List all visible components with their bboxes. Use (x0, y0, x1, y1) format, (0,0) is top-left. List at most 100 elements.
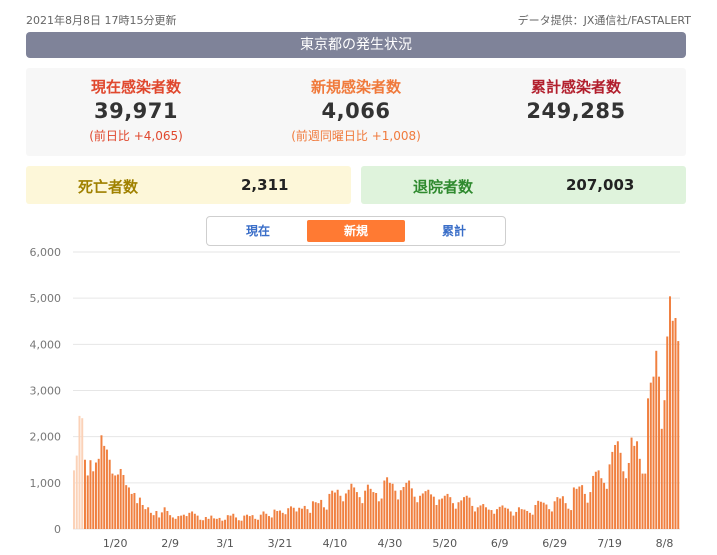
bar (333, 492, 336, 529)
bar (655, 350, 658, 529)
bar (344, 493, 347, 529)
bar (605, 488, 608, 529)
current-cases-value: 39,971 (93, 99, 179, 123)
bar (674, 318, 677, 529)
bar (248, 516, 251, 529)
bar (567, 508, 570, 529)
bar (493, 513, 496, 529)
bar (630, 437, 633, 529)
bar (649, 382, 652, 529)
bar (243, 515, 246, 529)
bar (660, 428, 663, 529)
x-tick-label: 3/21 (268, 537, 293, 550)
tab-total[interactable]: 累計 (405, 220, 503, 242)
bar (358, 497, 361, 529)
bar (460, 500, 463, 529)
bar (614, 444, 617, 529)
bar (589, 492, 592, 529)
x-tick-label: 6/9 (491, 537, 509, 550)
bar (298, 507, 301, 529)
bar (317, 503, 320, 529)
recovered-label: 退院者数 (413, 178, 474, 196)
bar (314, 502, 317, 529)
bar (133, 492, 136, 529)
bar (413, 496, 416, 529)
bar (114, 475, 117, 529)
bar (185, 516, 188, 529)
x-tick-label: 6/29 (542, 537, 567, 550)
bar (287, 508, 290, 529)
bar (147, 507, 150, 529)
bar (597, 470, 600, 529)
bar (438, 499, 441, 529)
bar (377, 501, 380, 529)
bar (548, 509, 551, 529)
bar (468, 497, 471, 529)
bar (652, 376, 655, 529)
bar (446, 493, 449, 529)
bar (191, 511, 194, 529)
bar (229, 515, 232, 529)
bar (215, 518, 218, 529)
bar (75, 455, 78, 529)
y-tick-label: 5,000 (30, 292, 62, 305)
tab-current[interactable]: 現在 (209, 220, 307, 242)
bar (97, 458, 100, 529)
bar (594, 471, 597, 529)
bar (119, 468, 122, 529)
deaths-label: 死亡者数 (78, 178, 139, 196)
recovered-box: 退院者数 207,003 (361, 166, 686, 204)
bar (237, 520, 240, 529)
bar (380, 498, 383, 529)
bar (273, 509, 276, 529)
bar (498, 506, 501, 529)
bar (210, 515, 213, 529)
updated-timestamp: 2021年8月8日 17時15分更新 (26, 14, 177, 27)
section-title: 東京都の発生状況 (26, 32, 686, 58)
bar (504, 507, 507, 529)
bar (506, 508, 509, 529)
bar (116, 474, 119, 529)
y-tick-label: 6,000 (30, 246, 62, 259)
new-cases-delta: (前週同曜日比 +1,008) (291, 129, 421, 143)
bar (495, 509, 498, 529)
bar (202, 520, 205, 529)
recovered-value: 207,003 (566, 176, 635, 194)
bar (361, 503, 364, 529)
bar (226, 515, 229, 529)
bar (427, 489, 430, 529)
bar (279, 510, 281, 529)
bar (583, 493, 586, 529)
bar (144, 509, 147, 529)
deaths-value: 2,311 (241, 176, 289, 194)
bar (534, 504, 537, 529)
bar (432, 496, 435, 529)
bar (394, 490, 397, 529)
bar (572, 487, 575, 529)
current-cases-delta: (前日比 +4,065) (89, 129, 183, 143)
bar (78, 415, 81, 529)
bar (306, 509, 309, 529)
daily-cases-chart: 0 1,000 2,000 3,000 4,000 5,000 6,000 1/20 2/9 3/… (30, 246, 680, 550)
bar (526, 511, 529, 529)
bar (375, 492, 378, 529)
bar (435, 504, 438, 529)
y-tick-label: 1,000 (30, 477, 62, 490)
bar (86, 475, 89, 529)
bar (454, 508, 457, 529)
bar (177, 516, 180, 529)
bar (207, 518, 210, 529)
bar (284, 514, 287, 529)
bar (482, 504, 485, 529)
bar (180, 515, 183, 529)
bar (103, 445, 106, 529)
bar (383, 480, 386, 529)
bar (188, 512, 191, 529)
bar (671, 320, 674, 529)
bar (666, 336, 669, 529)
bar (199, 519, 202, 529)
bar (322, 507, 325, 529)
total-cases-label: 累計感染者数 (530, 78, 621, 96)
tab-new[interactable]: 新規 (307, 220, 405, 242)
bar (149, 512, 152, 529)
